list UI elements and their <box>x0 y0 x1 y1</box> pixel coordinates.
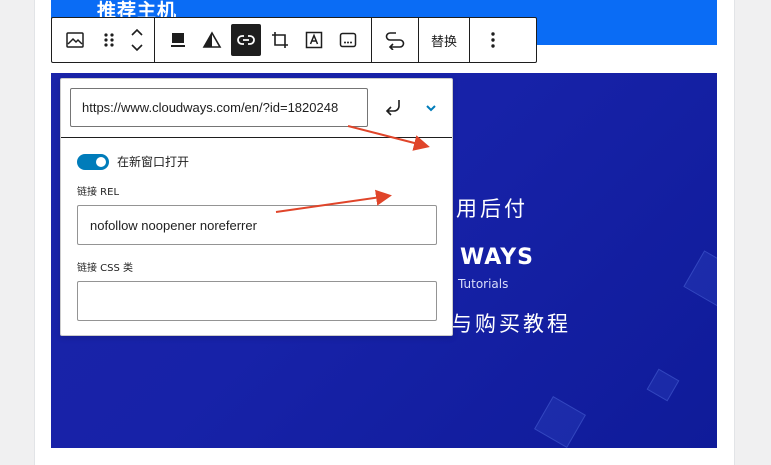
submit-link-icon[interactable] <box>379 93 409 123</box>
replace-icon[interactable] <box>380 24 410 56</box>
text-over-image-icon[interactable] <box>299 24 329 56</box>
banner-brand: WAYS <box>460 245 534 270</box>
replace-button[interactable]: 替换 <box>425 31 463 50</box>
new-tab-label: 在新窗口打开 <box>117 155 190 169</box>
duotone-icon[interactable] <box>197 24 227 56</box>
url-row <box>61 79 452 138</box>
hexagon-decoration <box>646 368 680 402</box>
drag-handle-icon[interactable] <box>94 24 124 56</box>
new-tab-toggle[interactable] <box>77 153 109 170</box>
block-switcher-group <box>52 18 155 62</box>
replace-text-group: 替换 <box>419 18 471 62</box>
options-group <box>470 18 516 62</box>
crop-icon[interactable] <box>265 24 295 56</box>
css-class-label: 链接 CSS 类 <box>77 263 134 274</box>
more-options-icon[interactable] <box>478 24 508 56</box>
formatting-group <box>155 18 372 62</box>
banner-line2: 与购买教程 <box>451 312 571 336</box>
align-icon[interactable] <box>163 24 193 56</box>
move-up-down-icon[interactable] <box>126 24 148 56</box>
block-toolbar: 替换 <box>51 17 537 63</box>
new-tab-toggle-row: 在新窗口打开 <box>77 153 189 170</box>
replace-group-icon <box>372 18 419 62</box>
hexagon-decoration <box>534 396 586 448</box>
css-class-input[interactable] <box>77 281 437 321</box>
chevron-down-icon[interactable] <box>416 93 446 123</box>
url-input[interactable] <box>70 88 368 127</box>
link-icon[interactable] <box>231 24 261 56</box>
rel-label: 链接 REL <box>77 187 120 198</box>
image-icon[interactable] <box>60 24 90 56</box>
rel-input[interactable] <box>77 205 437 245</box>
alt-text-icon[interactable] <box>333 24 363 56</box>
banner-line1: 用后付 <box>456 197 528 221</box>
hexagon-decoration <box>683 250 717 308</box>
banner-subtitle: Tutorials <box>458 277 509 291</box>
link-popover: 在新窗口打开 链接 REL 链接 CSS 类 <box>60 78 453 336</box>
toggle-knob <box>96 156 106 167</box>
